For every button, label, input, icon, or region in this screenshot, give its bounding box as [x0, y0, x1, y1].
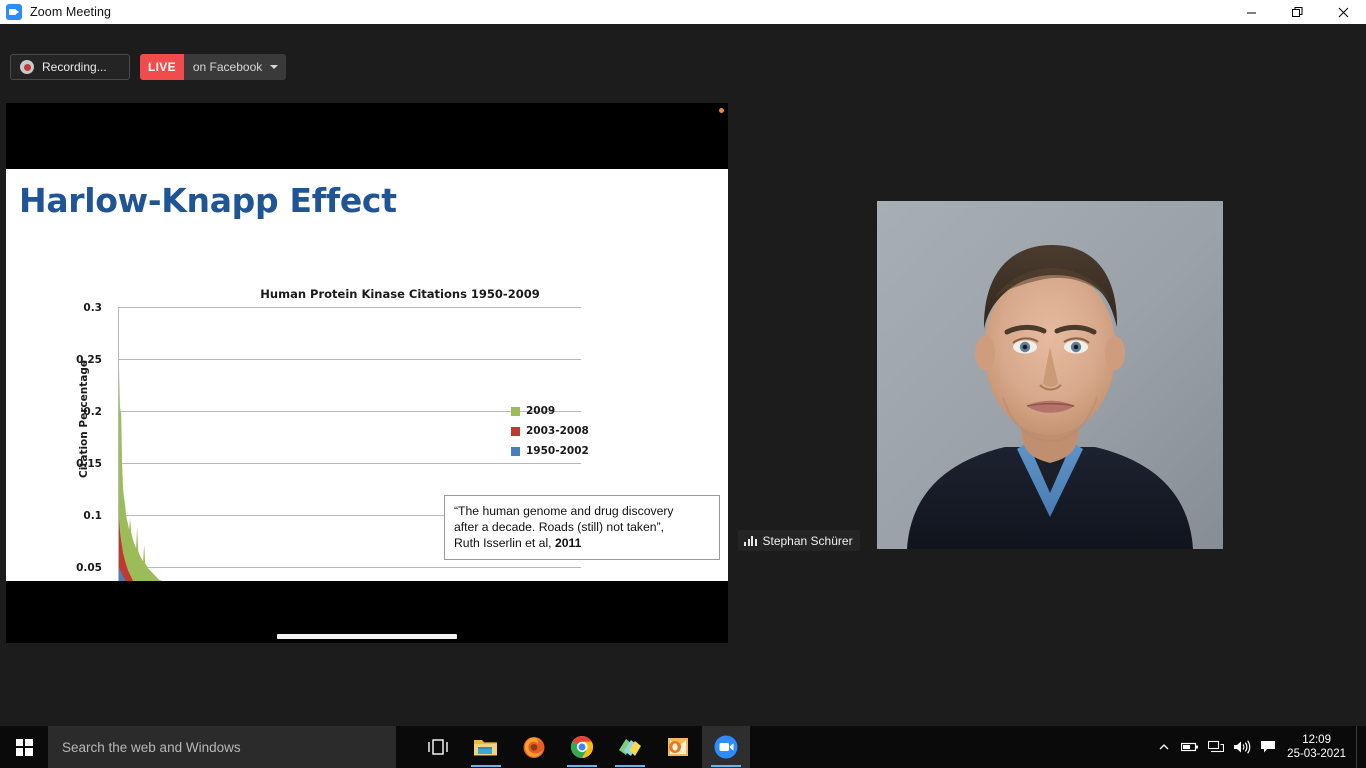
quote-line-3: Ruth Isserlin et al, 2011 [454, 535, 710, 551]
chevron-down-icon [270, 65, 279, 69]
taskbar-app-buttons [414, 726, 750, 768]
chrome-button[interactable] [558, 726, 606, 768]
window-title: Zoom Meeting [30, 5, 112, 19]
show-desktop-button[interactable] [1356, 726, 1362, 768]
sticky-notes-button[interactable] [606, 726, 654, 768]
clock-date: 25-03-2021 [1287, 748, 1346, 760]
clock-time: 12:09 [1302, 733, 1331, 746]
zoom-button[interactable] [702, 726, 750, 768]
quote-callout: “The human genome and drug discovery aft… [444, 495, 720, 561]
legend-label-1950-2002: 1950-2002 [526, 445, 589, 457]
window-title-bar: Zoom Meeting [0, 0, 1366, 24]
legend-swatch-2003-2008 [511, 426, 520, 436]
action-center-icon[interactable] [1255, 726, 1281, 768]
legend-item-1950-2002: 1950-2002 [511, 441, 589, 461]
recording-label: Recording... [42, 60, 107, 74]
audio-bars-icon [744, 535, 757, 546]
presentation-slide: Harlow-Knapp Effect Human Protein Kinase… [6, 169, 728, 581]
legend-item-2009: 2009 [511, 401, 589, 421]
close-button[interactable] [1320, 0, 1366, 24]
file-explorer-button[interactable] [462, 726, 510, 768]
outlook-button[interactable] [654, 726, 702, 768]
zoom-icon [714, 735, 738, 759]
chrome-icon [571, 736, 593, 758]
participant-name-badge: Stephan Schürer [738, 530, 860, 551]
search-placeholder: Search the web and Windows [62, 739, 241, 755]
quote-citation: Ruth Isserlin et al, [454, 536, 555, 551]
live-target-dropdown[interactable]: on Facebook [183, 54, 287, 80]
legend-label-2009: 2009 [526, 405, 556, 417]
chart-legend: 2009 2003-2008 1950-2002 [511, 401, 589, 461]
area-1950-2002 [119, 567, 127, 581]
legend-swatch-2009 [511, 406, 520, 416]
maximize-button[interactable] [1274, 0, 1320, 24]
show-hidden-icons-chevron[interactable] [1151, 726, 1177, 768]
slide-progress-bar[interactable] [277, 634, 457, 639]
quote-year: 2011 [554, 536, 582, 551]
legend-swatch-1950-2002 [511, 446, 520, 456]
screen: Zoom Meeting Recording... LIVE on Facebo… [0, 0, 1366, 768]
live-stream-group: LIVE on Facebook [140, 54, 287, 80]
task-view-button[interactable] [414, 726, 462, 768]
minimize-button[interactable] [1228, 0, 1274, 24]
live-target-label: on Facebook [192, 60, 263, 74]
windows-logo-icon [15, 738, 33, 756]
share-indicator-dot-icon [719, 108, 724, 113]
participant-name: Stephan Schürer [762, 533, 853, 548]
recording-button[interactable]: Recording... [10, 54, 130, 80]
file-explorer-icon [474, 740, 497, 756]
windows-taskbar: Search the web and Windows 12:09 25-03-2… [0, 726, 1366, 768]
legend-item-2003-2008: 2003-2008 [511, 421, 589, 441]
task-view-icon [428, 739, 448, 755]
battery-icon[interactable] [1177, 726, 1203, 768]
legend-label-2003-2008: 2003-2008 [526, 425, 589, 437]
volume-icon[interactable] [1229, 726, 1255, 768]
live-badge[interactable]: LIVE [140, 54, 184, 80]
window-controls [1228, 0, 1366, 24]
network-icon[interactable] [1203, 726, 1229, 768]
participant-video-tile[interactable] [877, 201, 1223, 549]
start-button[interactable] [0, 726, 48, 768]
firefox-button[interactable] [510, 726, 558, 768]
kinase-citation-chart: Citation Percentage 0.3 0.25 0.2 0.15 0.… [6, 169, 728, 581]
record-dot-icon [20, 60, 34, 74]
participant-portrait [877, 201, 1223, 549]
firefox-icon [523, 737, 545, 758]
outlook-icon [668, 738, 688, 756]
system-tray: 12:09 25-03-2021 [1151, 726, 1366, 768]
clock[interactable]: 12:09 25-03-2021 [1281, 733, 1356, 762]
zoom-toolbar: Recording... LIVE on Facebook [0, 24, 1366, 80]
search-input[interactable]: Search the web and Windows [48, 726, 396, 768]
quote-line-1: “The human genome and drug discovery [454, 504, 674, 518]
zoom-camera-icon [6, 4, 22, 20]
shared-screen-area[interactable]: Harlow-Knapp Effect Human Protein Kinase… [6, 103, 728, 643]
quote-line-2: after a decade. Roads (still) not taken”… [454, 520, 665, 535]
sticky-notes-icon [619, 739, 641, 756]
